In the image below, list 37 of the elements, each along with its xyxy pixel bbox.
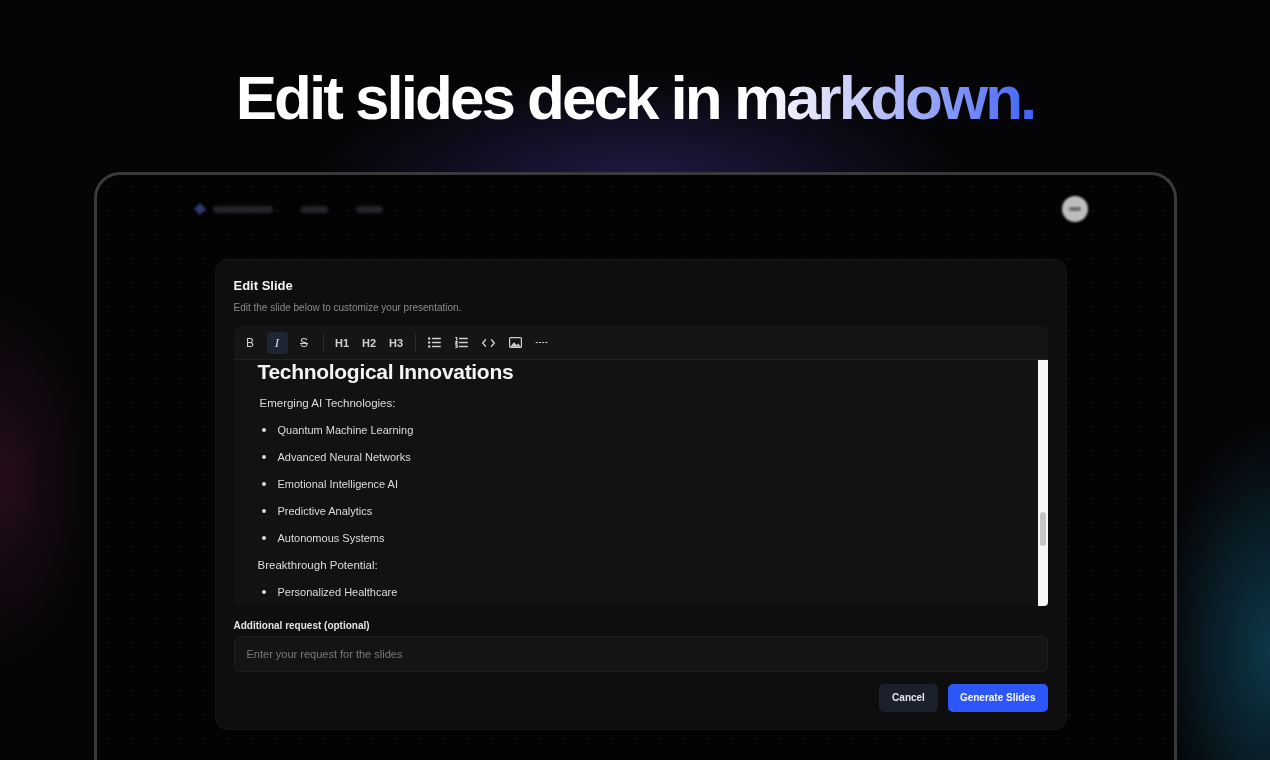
bullet-icon [261,455,266,459]
dialog-description: Edit the slide below to customize your presentation. [233,301,462,315]
field-label: Additional request (optional) [233,619,370,633]
bullet-list-icon [427,337,441,348]
horizontal-rule-icon [535,341,549,344]
list-item-text: Emotional Intelligence AI [277,477,398,492]
blurred-logo-icon [193,203,206,215]
heading-button[interactable]: H1 [331,331,353,354]
code-icon [481,338,495,347]
list-item-text: Quantum Machine Learning [277,423,414,438]
scrollbar-thumb[interactable] [1039,512,1046,546]
bullet-icon [261,509,266,513]
slide-heading: Technological Innovations [257,360,514,384]
image-icon [508,337,522,348]
generate-slides-button[interactable]: Generate Slides [947,684,1048,712]
editor-area[interactable] [233,360,1048,606]
bullet-icon [261,428,266,432]
list-item-text: Autonomous Systems [277,531,385,546]
italic-button[interactable]: I [266,331,288,354]
bullet-icon [261,536,266,540]
paragraph-text: Emerging AI Technologies: [259,396,396,411]
heading-button[interactable]: H2 [358,331,380,354]
request-input[interactable]: Enter your request for the slides [233,636,1048,672]
list-item-text: Personalized Healthcare [277,585,398,600]
blurred-avatar-icon [1060,195,1089,223]
blurred-brand-name [212,205,273,213]
dialog-title: Edit Slide [233,278,293,294]
heading-button[interactable]: H3 [385,331,407,354]
cancel-button[interactable]: Cancel [879,684,938,712]
bold-button[interactable]: B [239,331,261,354]
strikethrough-button[interactable]: S [293,331,315,354]
list-item-text: Predictive Analytics [277,504,373,519]
numbered-list-icon [454,337,468,348]
paragraph-text: Breakthrough Potential: [257,558,378,573]
bullet-icon [261,590,266,594]
list-item-text: Advanced Neural Networks [277,450,411,465]
bullet-icon [261,482,266,486]
